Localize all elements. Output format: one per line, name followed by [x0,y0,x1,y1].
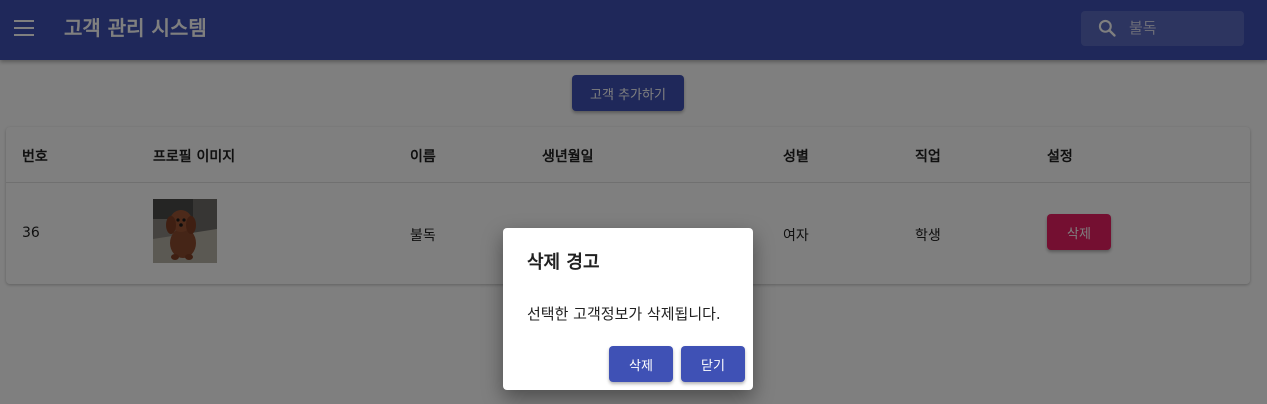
delete-warning-dialog: 삭제 경고 선택한 고객정보가 삭제됩니다. 삭제 닫기 [503,228,753,390]
close-dialog-button[interactable]: 닫기 [681,346,745,382]
dialog-message: 선택한 고객정보가 삭제됩니다. [527,305,721,323]
confirm-delete-button[interactable]: 삭제 [609,346,673,382]
dialog-title: 삭제 경고 [527,252,600,273]
